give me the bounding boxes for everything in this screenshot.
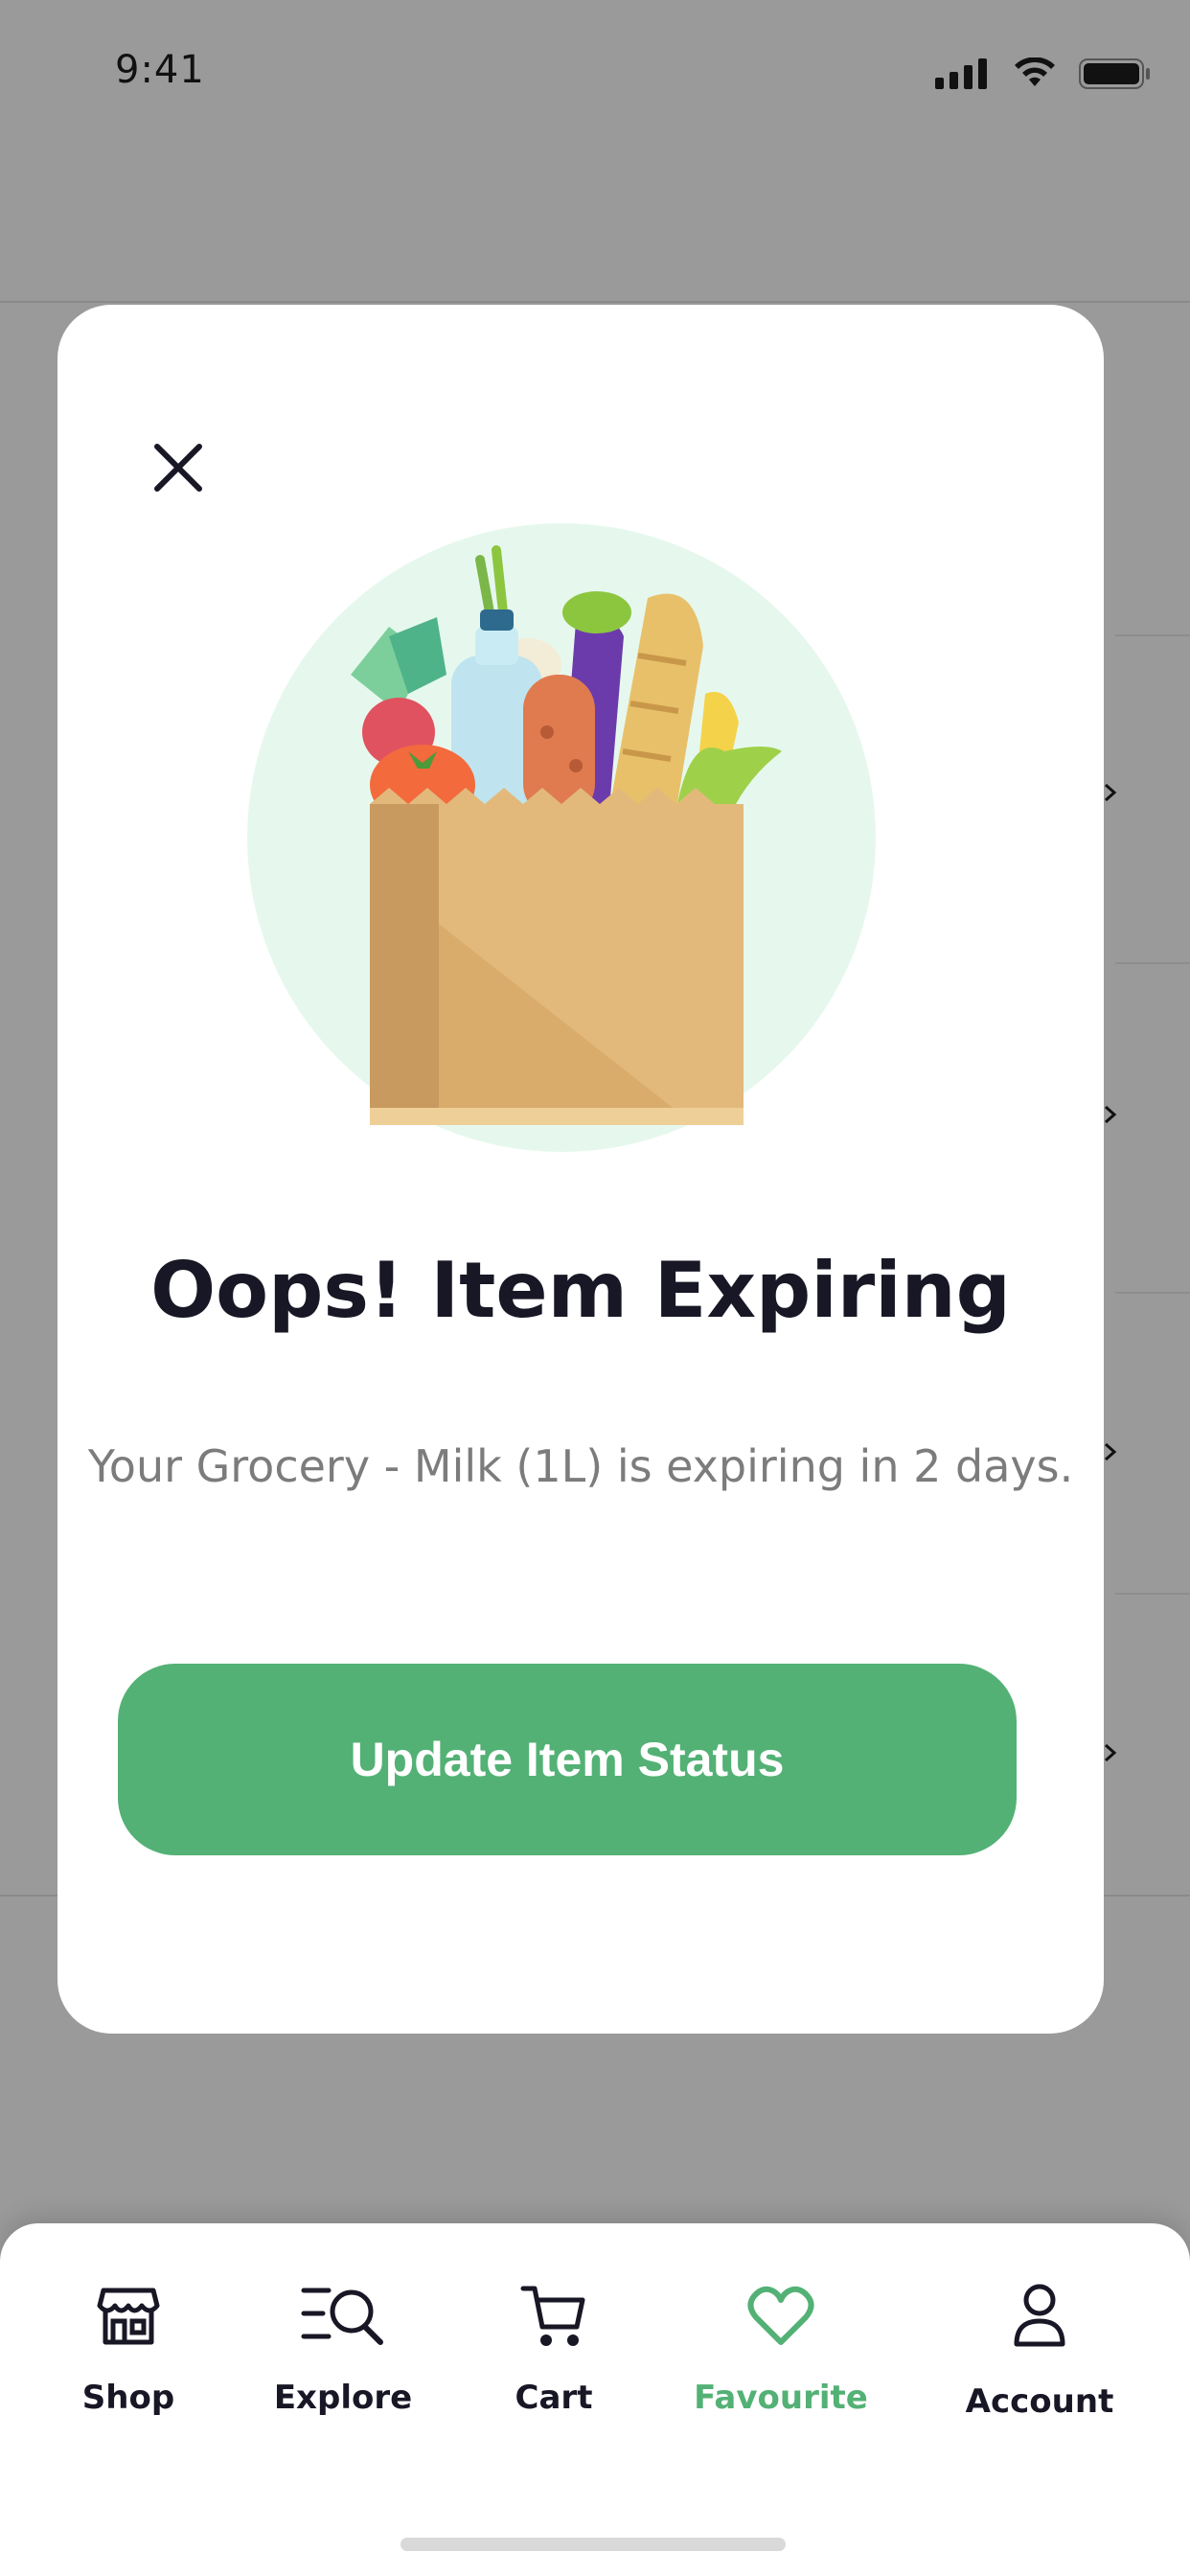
explore-icon [301,2288,383,2345]
tab-account[interactable]: Account [934,2281,1145,2425]
grocery-bag-illustration [247,523,876,1152]
battery-icon [1079,58,1150,89]
home-indicator[interactable] [400,2538,786,2551]
update-item-status-button[interactable]: Update Item Status [118,1664,1017,1855]
tab-shop-label: Shop [81,2379,175,2417]
heart-icon [747,2286,814,2345]
header-divider [0,301,1190,303]
modal-message: Your Grocery - Milk (1L) is expiring in … [87,1440,1074,1492]
signal-icon [935,58,987,89]
close-button[interactable] [140,429,217,506]
wifi-icon [1015,58,1055,86]
tab-explore-label: Explore [273,2379,413,2417]
bottom-tab-bar: Shop Explore Cart Favourite Account [0,2223,1190,2576]
modal-title: Oops! Item Expiring [150,1246,1011,1335]
tab-cart[interactable]: Cart [448,2281,659,2425]
cart-icon [520,2286,585,2346]
close-icon [154,444,202,492]
user-icon [1014,2284,1065,2347]
status-bar: 9:41 [0,0,1190,153]
update-item-status-label: Update Item Status [350,1733,785,1786]
tab-explore[interactable]: Explore [238,2281,448,2425]
tab-account-label: Account [965,2382,1114,2421]
tab-cart-label: Cart [515,2379,593,2417]
background-row-divider [1115,1292,1190,1294]
status-icons [935,58,1152,90]
tab-favourite[interactable]: Favourite [675,2281,886,2425]
tab-favourite-label: Favourite [694,2379,868,2417]
expiry-alert-modal: Oops! Item Expiring Your Grocery - Milk … [57,305,1104,2034]
store-icon [97,2288,160,2345]
background-row-divider [1115,1593,1190,1595]
tab-shop[interactable]: Shop [23,2281,234,2425]
background-row-divider [1115,962,1190,964]
status-time: 9:41 [115,48,205,92]
background-row-divider [1115,634,1190,636]
